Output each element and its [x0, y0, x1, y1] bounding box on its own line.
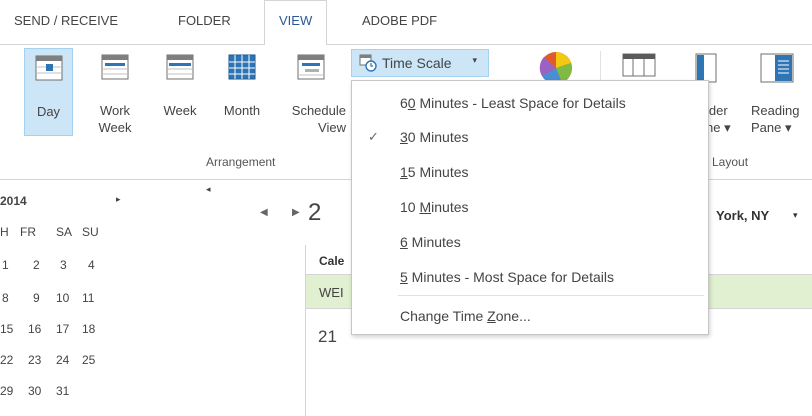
menu-item-text: inutes — [431, 199, 469, 215]
mini-calendar-next-icon[interactable]: ▸ — [116, 194, 121, 205]
menu-item-text: 5 Minutes — [407, 164, 469, 180]
mini-calendar-day[interactable]: 31 — [56, 384, 69, 398]
menu-item-text: 10 — [400, 199, 420, 215]
menu-item-6-minutes[interactable]: 6 Minutes — [352, 225, 708, 259]
current-date-title: 2 — [308, 199, 322, 226]
time-scale-icon — [359, 54, 377, 72]
access-key: 5 — [400, 269, 408, 285]
menu-item-15-minutes[interactable]: 15 Minutes — [352, 155, 708, 189]
menu-item-text: Minutes - Least Space for Details — [415, 95, 626, 111]
reading-pane-label: Reading Pane ▾ — [751, 103, 800, 135]
time-scale-button[interactable]: Time Scale ▾ — [351, 49, 489, 77]
mini-calendar-dow: FR — [20, 225, 36, 239]
mini-calendar-day[interactable]: 10 — [56, 291, 69, 305]
month-view-label: Month — [223, 103, 261, 118]
menu-item-10-minutes[interactable]: 10 Minutes — [352, 190, 708, 224]
mini-calendar-dow: SA — [56, 225, 73, 239]
mini-calendar-day[interactable]: 3 — [60, 258, 67, 272]
mini-calendar-day[interactable]: 1 — [2, 258, 9, 272]
tab-send-receive[interactable]: SEND / RECEIVE — [14, 13, 118, 28]
time-scale-menu: 60 Minutes - Least Space for Details ✓ 3… — [351, 80, 709, 335]
mini-calendar-day[interactable]: 2 — [33, 258, 40, 272]
mini-calendar-dow: SU — [82, 225, 99, 239]
menu-item-30-minutes[interactable]: ✓ 30 Minutes — [352, 120, 708, 154]
work-week-view-button[interactable]: Work Week — [86, 48, 144, 136]
mini-calendar-day[interactable]: 24 — [56, 353, 69, 367]
calendar-grid-icon — [622, 53, 656, 77]
day-view-button[interactable]: Day — [24, 48, 73, 136]
mini-calendar-year: 2014 — [0, 194, 27, 208]
mini-calendar-day[interactable]: 8 — [2, 291, 9, 305]
mini-calendar-day[interactable]: 11 — [82, 291, 94, 305]
access-key: 1 — [400, 164, 408, 180]
schedule-view-icon — [297, 54, 325, 80]
tab-view[interactable]: VIEW — [264, 0, 328, 45]
next-day-icon[interactable]: ▶ — [292, 207, 300, 218]
chevron-down-icon: ▾ — [472, 55, 477, 65]
folder-pane-button[interactable]: lder ne ▾ — [706, 48, 740, 136]
day-view-icon — [35, 55, 62, 81]
time-scale-label: Time Scale — [382, 55, 452, 71]
previous-day-icon[interactable]: ◀ — [260, 207, 268, 218]
day-view-label: Day — [36, 104, 61, 119]
menu-separator — [398, 295, 704, 296]
access-key: M — [419, 199, 432, 215]
mini-calendar-day[interactable]: 25 — [82, 353, 95, 367]
schedule-view-button[interactable]: Schedule View — [273, 48, 349, 136]
chevron-down-icon[interactable]: ▾ — [793, 210, 798, 221]
menu-item-text: one... — [495, 308, 531, 324]
menu-item-text: 6 — [400, 95, 408, 111]
weekday-label: WEI — [319, 285, 344, 300]
work-week-icon — [101, 54, 129, 80]
mini-calendar-day[interactable]: 15 — [0, 322, 13, 336]
work-week-label: Work Week — [98, 103, 132, 135]
week-view-icon — [166, 54, 194, 80]
mini-calendar-day[interactable]: 29 — [0, 384, 13, 398]
calendar-name: Cale — [319, 254, 345, 268]
tab-adobe-pdf[interactable]: ADOBE PDF — [362, 13, 437, 28]
mini-calendar-day[interactable]: 4 — [88, 258, 95, 272]
schedule-view-label: Schedule View — [291, 103, 346, 135]
week-view-button[interactable]: Week — [154, 48, 206, 136]
mini-calendar-dow: H — [0, 225, 9, 239]
ribbon-tab-bar: SEND / RECEIVE FOLDER VIEW ADOBE PDF — [0, 0, 812, 45]
access-key: Z — [487, 308, 496, 324]
mini-calendar-day[interactable]: 18 — [82, 322, 95, 336]
mini-calendar-day[interactable]: 23 — [28, 353, 41, 367]
mini-calendar-day[interactable]: 22 — [0, 353, 13, 367]
mini-calendar-day[interactable]: 17 — [56, 322, 69, 336]
access-key: 3 — [400, 129, 408, 145]
month-view-icon — [228, 54, 256, 80]
menu-item-5-minutes[interactable]: 5 Minutes - Most Space for Details — [352, 260, 708, 294]
month-view-button[interactable]: Month — [212, 48, 272, 136]
day-number[interactable]: 21 — [318, 327, 337, 347]
menu-item-text: Minutes — [407, 234, 461, 250]
access-key: 6 — [400, 234, 408, 250]
mini-calendar-day[interactable]: 9 — [33, 291, 40, 305]
menu-item-text: Minutes - Most Space for Details — [407, 269, 614, 285]
menu-item-text: Change Time — [400, 308, 488, 324]
arrangement-group-label: Arrangement — [206, 155, 276, 169]
menu-item-text: 0 Minutes — [407, 129, 469, 145]
access-key: 0 — [407, 95, 416, 111]
menu-item-60-minutes[interactable]: 60 Minutes - Least Space for Details — [352, 86, 708, 120]
collapse-pane-icon[interactable]: ◂ — [206, 184, 211, 195]
week-view-label: Week — [163, 103, 197, 118]
tab-folder[interactable]: FOLDER — [178, 13, 231, 28]
menu-item-change-time-zone[interactable]: Change Time Zone... — [352, 299, 708, 333]
folder-pane-label: lder ne ▾ — [706, 103, 731, 135]
weather-location[interactable]: York, NY — [716, 208, 769, 223]
reading-pane-button[interactable]: Reading Pane ▾ — [750, 48, 812, 136]
layout-group-label: Layout — [712, 155, 749, 169]
mini-calendar-day[interactable]: 30 — [28, 384, 41, 398]
checkmark-icon: ✓ — [368, 129, 379, 144]
mini-calendar-day[interactable]: 16 — [28, 322, 41, 336]
